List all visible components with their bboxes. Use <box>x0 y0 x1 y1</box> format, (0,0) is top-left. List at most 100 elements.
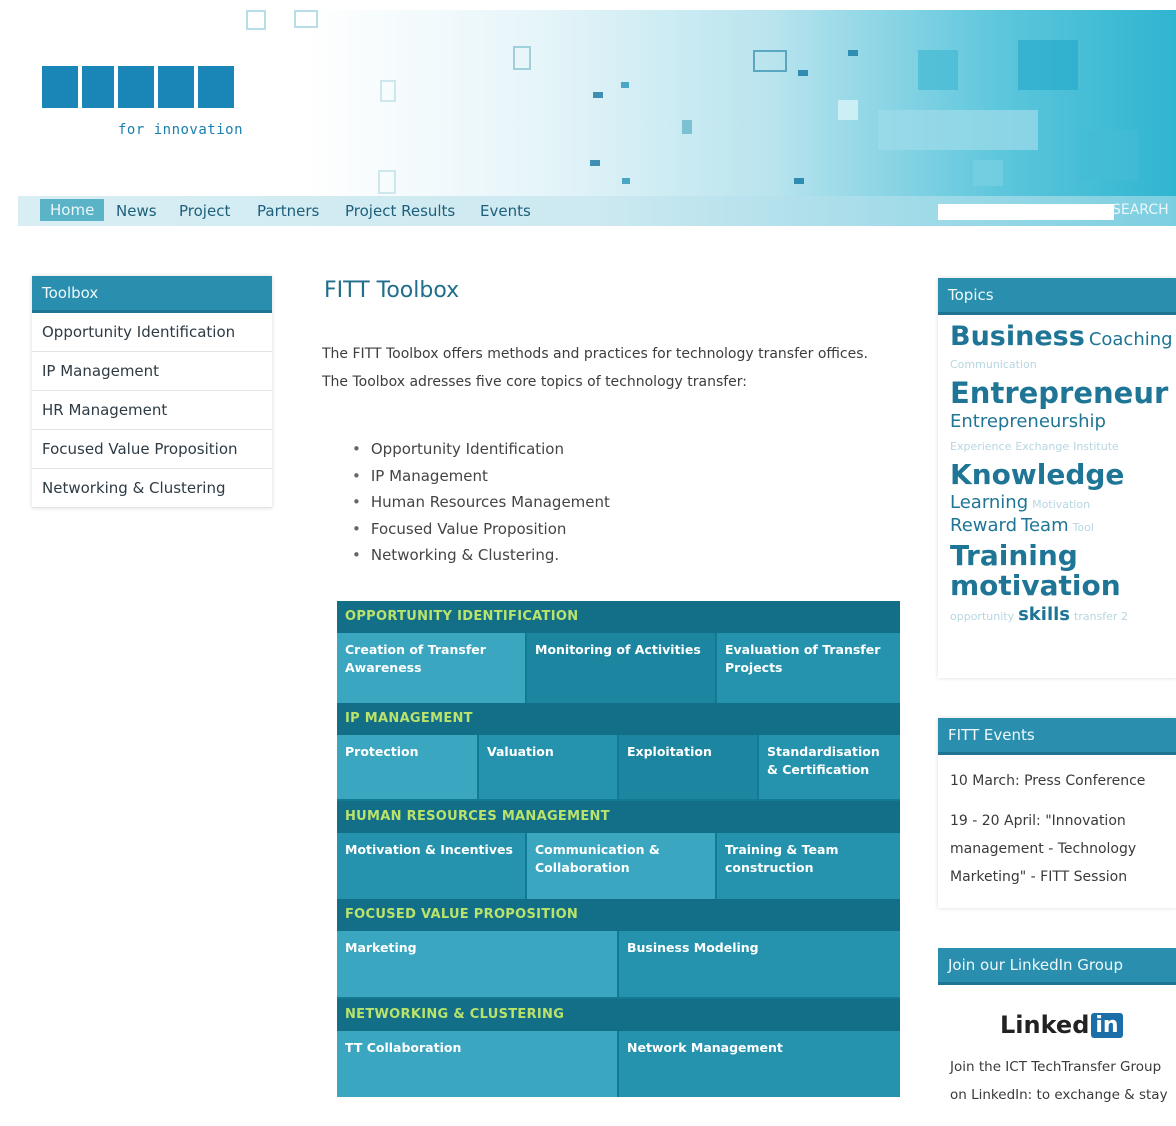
tag-link[interactable]: Coaching <box>1089 329 1173 350</box>
decor-square <box>838 100 858 120</box>
sidebar-item-focused-value-proposition[interactable]: Focused Value Proposition <box>32 430 272 469</box>
linkedin-logo-text: Linked <box>1000 1011 1090 1039</box>
tag-link[interactable]: Motivation <box>1032 498 1090 511</box>
sidebar-item-opportunity-identification[interactable]: Opportunity Identification <box>32 313 272 352</box>
decor-square <box>1018 40 1078 90</box>
tag-link[interactable]: Exchange <box>1015 440 1069 453</box>
search-button[interactable]: SEARCH <box>1112 202 1169 218</box>
matrix-cell[interactable]: Network Management <box>619 1031 900 1097</box>
tag-link[interactable]: Learning <box>950 492 1028 513</box>
topic-list: Opportunity Identification IP Management… <box>352 436 610 569</box>
search-input[interactable] <box>938 204 1114 220</box>
decor-square <box>513 46 531 70</box>
decor-square <box>973 160 1003 186</box>
matrix-cell[interactable]: Motivation & Incentives <box>337 833 525 899</box>
matrix-cell[interactable]: Standardisation & Certification <box>759 735 900 799</box>
decor-square <box>294 10 318 28</box>
decor-square <box>246 10 266 30</box>
tag-link[interactable]: Team <box>1021 515 1069 536</box>
toolbox-matrix: OPPORTUNITY IDENTIFICATION Creation of T… <box>337 601 900 1097</box>
decor-square <box>753 50 787 72</box>
decor-square <box>380 80 396 102</box>
nav-partners[interactable]: Partners <box>257 202 319 220</box>
decor-square <box>590 160 600 166</box>
list-item: Networking & Clustering. <box>352 542 610 569</box>
page-title: FITT Toolbox <box>324 278 460 303</box>
linkedin-text: Join the ICT TechTransfer Group on Linke… <box>938 1039 1176 1109</box>
linkedin-in-icon: in <box>1091 1012 1123 1038</box>
decor-square <box>918 50 958 90</box>
tag-link[interactable]: Experience <box>950 440 1011 453</box>
logo-block <box>118 66 154 108</box>
matrix-cell[interactable]: Training & Team construction <box>717 833 900 899</box>
matrix-cell[interactable]: TT Collaboration <box>337 1031 617 1097</box>
tag-link[interactable]: Entrepreneurship <box>950 411 1106 432</box>
decor-square <box>848 50 858 56</box>
decor-square <box>593 92 603 98</box>
linkedin-box: Join our LinkedIn Group Linked in Join th… <box>938 948 1176 1126</box>
linkedin-text-line: Join the ICT TechTransfer Group <box>950 1059 1162 1075</box>
matrix-cell[interactable]: Exploitation <box>619 735 757 799</box>
matrix-cell[interactable]: Evaluation of Transfer Projects <box>717 633 900 703</box>
tag-link[interactable]: transfer 2 <box>1074 610 1128 623</box>
matrix-heading-networking[interactable]: NETWORKING & CLUSTERING <box>337 999 900 1031</box>
decor-square <box>798 70 808 76</box>
logo[interactable] <box>42 66 238 112</box>
tag-link[interactable]: Training <box>950 539 1078 572</box>
list-item: Opportunity Identification <box>352 436 610 463</box>
decor-square <box>378 170 396 194</box>
main-nav: Home News Project Partners Project Resul… <box>18 196 1176 226</box>
matrix-cell[interactable]: Business Modeling <box>619 931 900 997</box>
event-item[interactable]: management - Technology <box>938 835 1176 863</box>
nav-home[interactable]: Home <box>40 199 105 221</box>
tag-link[interactable]: skills <box>1018 604 1070 625</box>
event-item[interactable]: Marketing" - FITT Session <box>938 863 1176 891</box>
decor-square <box>878 110 1038 150</box>
decor-square <box>1078 130 1138 180</box>
tag-link[interactable]: motivation <box>950 569 1121 602</box>
matrix-heading-opportunity[interactable]: OPPORTUNITY IDENTIFICATION <box>337 601 900 633</box>
tag-link[interactable]: Reward <box>950 515 1017 536</box>
matrix-cell[interactable]: Marketing <box>337 931 617 997</box>
list-item: Human Resources Management <box>352 489 610 516</box>
tag-link[interactable]: Communication <box>950 358 1037 371</box>
topics-title: Topics <box>938 278 1176 315</box>
topics-box: Topics Business Coaching Communication En… <box>938 278 1176 678</box>
matrix-heading-ip[interactable]: IP MANAGEMENT <box>337 703 900 735</box>
nav-project[interactable]: Project <box>179 202 230 220</box>
linkedin-title: Join our LinkedIn Group <box>938 948 1176 985</box>
sidebar-item-networking-clustering[interactable]: Networking & Clustering <box>32 469 272 508</box>
decor-square <box>794 178 804 184</box>
logo-block <box>158 66 194 108</box>
event-item[interactable]: 10 March: Press Conference <box>938 767 1176 795</box>
event-item[interactable]: 19 - 20 April: "Innovation <box>938 807 1176 835</box>
matrix-cell[interactable]: Communication & Collaboration <box>527 833 715 899</box>
events-title: FITT Events <box>938 718 1176 755</box>
matrix-heading-hr[interactable]: HUMAN RESOURCES MANAGEMENT <box>337 801 900 833</box>
list-item: IP Management <box>352 463 610 490</box>
sidebar-item-hr-management[interactable]: HR Management <box>32 391 272 430</box>
logo-block <box>42 66 78 108</box>
tag-link[interactable]: opportunity <box>950 610 1014 623</box>
matrix-cell[interactable]: Monitoring of Activities <box>527 633 715 703</box>
linkedin-logo[interactable]: Linked in <box>1000 1011 1123 1039</box>
sidebar-item-ip-management[interactable]: IP Management <box>32 352 272 391</box>
tag-link[interactable]: Business <box>950 321 1085 352</box>
decor-square <box>621 82 629 88</box>
list-item: Focused Value Proposition <box>352 516 610 543</box>
events-box: FITT Events 10 March: Press Conference 1… <box>938 718 1176 908</box>
tag-link[interactable]: Tool <box>1073 521 1094 534</box>
matrix-cell[interactable]: Creation of Transfer Awareness <box>337 633 525 703</box>
tag-link[interactable]: Knowledge <box>950 458 1124 491</box>
site-header: for innovation Home News Project Partner… <box>18 10 1176 226</box>
toolbox-title: Toolbox <box>32 276 272 313</box>
matrix-cell[interactable]: Protection <box>337 735 477 799</box>
nav-news[interactable]: News <box>116 202 157 220</box>
decor-square <box>622 178 630 184</box>
tag-link[interactable]: Entrepreneur <box>950 376 1168 410</box>
nav-events[interactable]: Events <box>480 202 531 220</box>
matrix-cell[interactable]: Valuation <box>479 735 617 799</box>
nav-project-results[interactable]: Project Results <box>345 202 455 220</box>
matrix-heading-value[interactable]: FOCUSED VALUE PROPOSITION <box>337 899 900 931</box>
tag-link[interactable]: Institute <box>1073 440 1119 453</box>
